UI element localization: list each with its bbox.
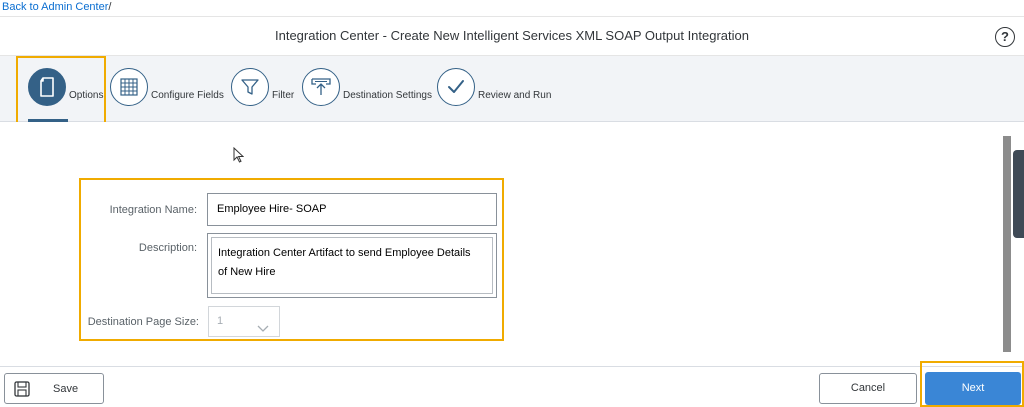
wizard-step-configure-fields[interactable]: Configure Fields: [110, 68, 224, 106]
description-line-1: Integration Center Artifact to send Empl…: [218, 247, 471, 259]
breadcrumb: Back to Admin Center/: [0, 0, 111, 16]
checkmark-icon: [437, 68, 475, 106]
integration-center-page: Back to Admin Center/ Integration Center…: [0, 0, 1024, 407]
page-title: Integration Center - Create New Intellig…: [274, 28, 750, 43]
description-line-2: of New Hire: [218, 266, 276, 278]
wizard-step-review-and-run[interactable]: Review and Run: [437, 68, 551, 106]
wizard-step-options[interactable]: Options: [28, 68, 103, 106]
save-button[interactable]: Save: [4, 373, 104, 404]
breadcrumb-separator: /: [108, 1, 112, 13]
side-panel-tab[interactable]: [1013, 150, 1024, 238]
funnel-filter-icon: [231, 68, 269, 106]
title-bar: Integration Center - Create New Intellig…: [0, 16, 1024, 56]
wizard-step-bar: Options Configure Fields Filter Destinat…: [0, 56, 1024, 122]
save-button-label: Save: [53, 383, 79, 395]
back-to-admin-center-link[interactable]: Back to Admin Center: [2, 1, 108, 13]
description-text-area-inner: Integration Center Artifact to send Empl…: [211, 237, 493, 294]
next-button[interactable]: Next: [925, 372, 1021, 405]
mouse-pointer-icon: [233, 146, 245, 168]
wizard-step-label: Review and Run: [478, 89, 552, 101]
help-icon[interactable]: ?: [995, 27, 1015, 47]
wizard-step-filter[interactable]: Filter: [231, 68, 294, 106]
options-form-panel: Integration Name: Employee Hire- SOAP De…: [79, 178, 504, 341]
chevron-down-icon: [257, 316, 269, 345]
cancel-button[interactable]: Cancel: [819, 373, 917, 404]
integration-name-label: Integration Name:: [109, 204, 197, 216]
footer-toolbar: Save Cancel Next: [0, 366, 1024, 407]
destination-page-size-label: Destination Page Size:: [87, 316, 199, 328]
vertical-scrollbar[interactable]: [1003, 136, 1011, 352]
wizard-step-label: Options: [69, 89, 104, 101]
table-grid-icon: [110, 68, 148, 106]
description-textarea[interactable]: Integration Center Artifact to send Empl…: [207, 233, 497, 298]
upload-tray-icon: [302, 68, 340, 106]
floppy-disk-icon: [14, 381, 30, 400]
description-label: Description:: [138, 242, 197, 254]
page-size-value: 1: [217, 315, 224, 327]
integration-name-input[interactable]: Employee Hire- SOAP: [207, 193, 497, 226]
wizard-step-label: Destination Settings: [343, 89, 432, 101]
wizard-step-label: Filter: [272, 89, 295, 101]
destination-page-size-select: 1: [208, 306, 280, 337]
wizard-step-label: Configure Fields: [151, 89, 224, 101]
wizard-step-destination-settings[interactable]: Destination Settings: [302, 68, 432, 106]
document-icon: [28, 68, 66, 106]
